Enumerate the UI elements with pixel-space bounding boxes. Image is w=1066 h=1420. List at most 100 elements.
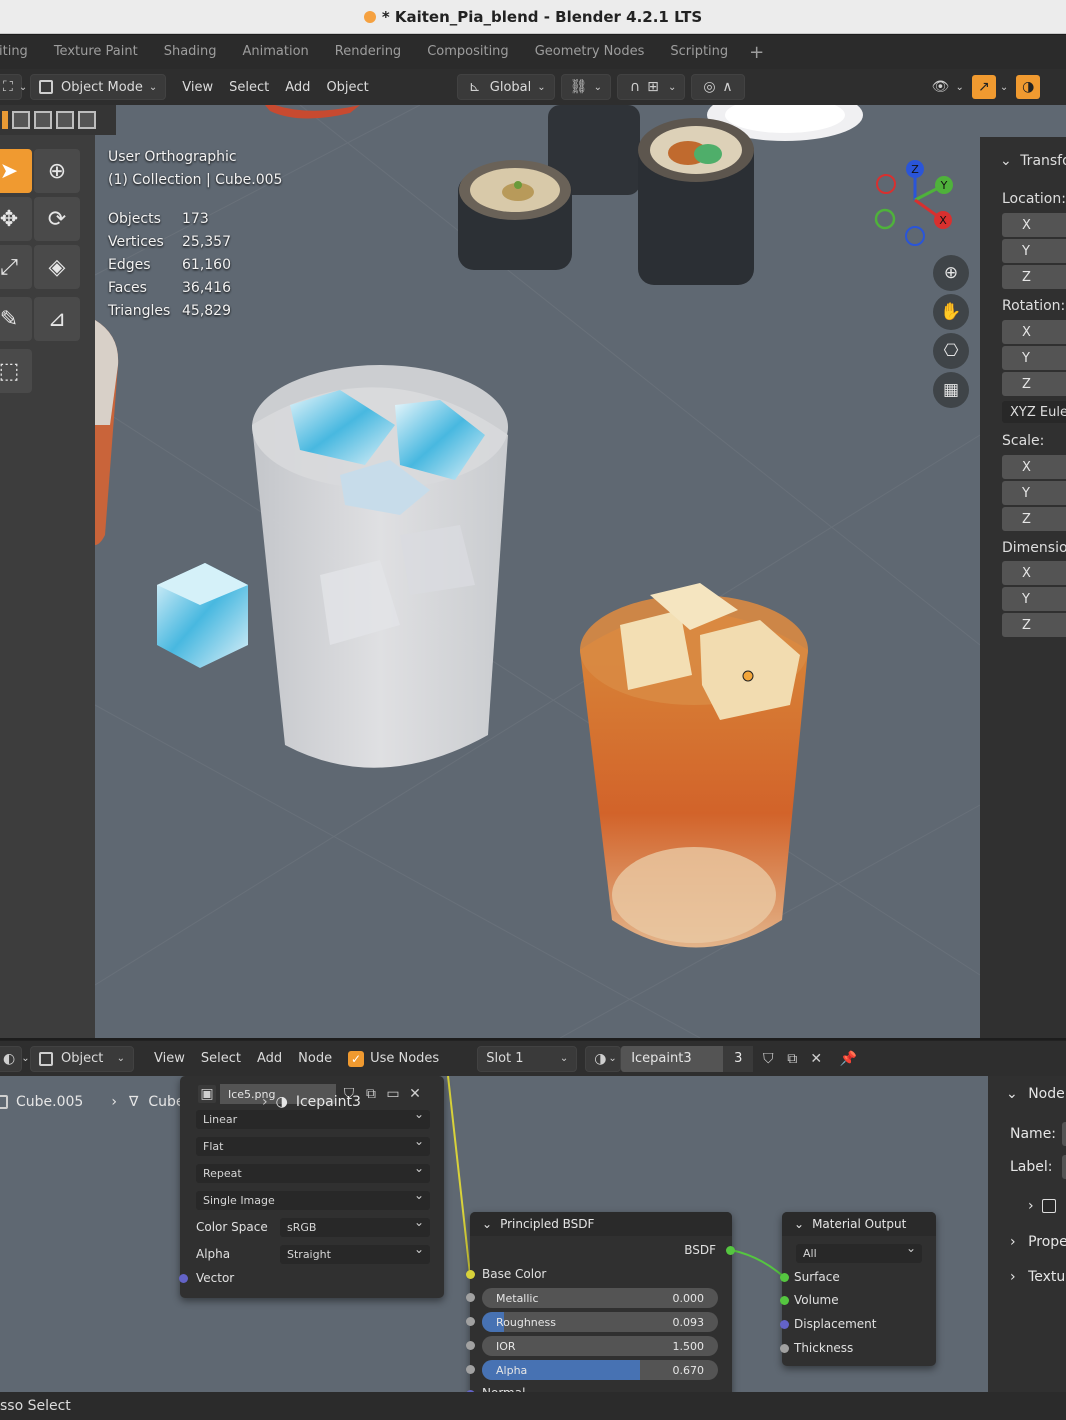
tab-scripting[interactable]: Scripting — [657, 35, 741, 69]
output-target-select[interactable]: All — [796, 1241, 922, 1263]
bsdf-output-socket[interactable] — [726, 1246, 735, 1255]
measure-tool-button[interactable]: ⊿ — [34, 297, 80, 341]
node-menu-view[interactable]: View — [146, 1046, 193, 1072]
tab-texture-paint[interactable]: Texture Paint — [41, 35, 151, 69]
displacement-socket[interactable] — [780, 1320, 789, 1329]
texture-panel-header[interactable]: › Textu — [1010, 1269, 1065, 1285]
alpha-socket[interactable] — [466, 1365, 475, 1374]
surface-socket[interactable] — [780, 1273, 789, 1282]
node-name-field[interactable] — [1062, 1122, 1066, 1146]
dimensions-y-field[interactable]: Y — [1002, 587, 1066, 611]
scale-x-field[interactable]: X — [1002, 455, 1066, 479]
transform-tool-button[interactable]: ◈ — [34, 245, 80, 289]
select-mode-intersect-icon[interactable] — [78, 111, 96, 129]
snap-selector[interactable]: ∩ ⊞ ⌄ — [617, 74, 686, 100]
shader-type-selector[interactable]: Object ⌄ — [30, 1045, 134, 1072]
gizmo-toggle-button[interactable]: ↗ — [971, 75, 996, 99]
transform-orientation-selector[interactable]: ⊾ Global ⌄ — [456, 74, 555, 100]
breadcrumb-material[interactable]: Icepaint3 — [296, 1094, 361, 1110]
roughness-slider[interactable]: Roughness 0.093 — [482, 1312, 718, 1332]
metallic-socket[interactable] — [466, 1293, 475, 1302]
scale-z-field[interactable]: Z — [1002, 507, 1066, 531]
node-panel-header[interactable]: ⌄ Node — [1006, 1086, 1065, 1102]
scale-tool-button[interactable]: ⤢ — [0, 245, 32, 289]
base-color-socket[interactable] — [466, 1270, 475, 1279]
menu-object[interactable]: Object — [318, 74, 376, 100]
alpha-mode-select[interactable]: Straight — [280, 1242, 430, 1264]
ior-field[interactable]: IOR 1.500 — [482, 1336, 718, 1356]
color-subpanel-toggle[interactable]: › — [1028, 1198, 1057, 1214]
material-browse-button[interactable]: ◑ ⌄ — [585, 1045, 622, 1072]
menu-view[interactable]: View — [174, 74, 221, 100]
duplicate-material-icon[interactable]: ⧉ — [783, 1050, 801, 1068]
add-workspace-button[interactable]: + — [741, 42, 772, 63]
pin-icon[interactable]: 📌 — [839, 1050, 857, 1068]
interpolation-select[interactable]: Linear — [196, 1107, 430, 1129]
breadcrumb-object[interactable]: Cube.005 — [16, 1094, 83, 1110]
use-nodes-checkbox[interactable]: ✓ Use Nodes — [340, 1046, 447, 1072]
fake-user-shield-icon[interactable]: ⛉ — [759, 1050, 777, 1068]
material-slot-selector[interactable]: Slot 1 ⌄ — [477, 1045, 578, 1072]
tab-shading[interactable]: Shading — [151, 35, 230, 69]
location-z-field[interactable]: Z — [1002, 265, 1066, 289]
tab-editing[interactable]: iting — [0, 35, 41, 69]
3d-viewport[interactable]: ➤ ⊕ ✥ ⟳ ⤢ ◈ ✎ ⊿ ⬚ User Orthographic (1) … — [0, 105, 1066, 1038]
cursor-tool-button[interactable]: ⊕ — [34, 149, 80, 193]
select-mode-new-icon[interactable] — [2, 111, 8, 129]
node-menu-add[interactable]: Add — [249, 1046, 290, 1072]
camera-view-button[interactable]: ⎔ — [933, 333, 969, 369]
transform-panel-header[interactable]: ⌄ Transfo — [1000, 153, 1066, 169]
roughness-socket[interactable] — [466, 1317, 475, 1326]
add-cube-tool-button[interactable]: ⬚ — [0, 349, 32, 393]
close-icon[interactable]: ✕ — [406, 1085, 424, 1103]
node-editor-canvas[interactable]: Cube.005 › ∇ Cube.005 ▣ Ice5.png ⛉ ⧉ ▭ ✕… — [0, 1076, 1066, 1392]
tab-rendering[interactable]: Rendering — [322, 35, 414, 69]
rotation-z-field[interactable]: Z — [1002, 372, 1066, 396]
dimensions-z-field[interactable]: Z — [1002, 613, 1066, 637]
image-icon[interactable]: ▣ — [198, 1085, 216, 1103]
visibility-selector[interactable]: 👁 ⌄ — [923, 74, 971, 100]
folder-icon[interactable]: ▭ — [384, 1085, 402, 1103]
annotate-tool-button[interactable]: ✎ — [0, 297, 32, 341]
proportional-edit-button[interactable]: ◎ ∧ — [691, 74, 746, 100]
gizmo-options-chevron[interactable]: ⌄ — [1000, 82, 1008, 93]
alpha-slider[interactable]: Alpha 0.670 — [482, 1360, 718, 1380]
menu-select[interactable]: Select — [221, 74, 277, 100]
pivot-point-selector[interactable]: ⛓ ⌄ — [560, 74, 612, 100]
dimensions-x-field[interactable]: X — [1002, 561, 1066, 585]
rotation-mode-select[interactable]: XYZ Eule — [1002, 401, 1066, 423]
zoom-button[interactable]: ⊕ — [933, 255, 969, 291]
perspective-toggle-button[interactable]: ▦ — [933, 372, 969, 408]
node-menu-node[interactable]: Node — [290, 1046, 340, 1072]
extension-select[interactable]: Repeat — [196, 1161, 430, 1183]
select-tool-button[interactable]: ➤ — [0, 149, 32, 193]
color-checkbox[interactable] — [1042, 1199, 1057, 1213]
select-mode-subtract-icon[interactable] — [34, 111, 52, 129]
overlays-toggle-button[interactable]: ◑ — [1016, 75, 1041, 99]
location-y-field[interactable]: Y — [1002, 239, 1066, 263]
node-editor-type-button[interactable]: ◐ ⌄ — [0, 1045, 30, 1072]
scale-y-field[interactable]: Y — [1002, 481, 1066, 505]
material-user-count[interactable]: 3 — [723, 1045, 754, 1072]
properties-panel-header[interactable]: › Prope — [1010, 1234, 1066, 1250]
duplicate-image-icon[interactable]: ⧉ — [362, 1085, 380, 1103]
tab-animation[interactable]: Animation — [230, 35, 322, 69]
ior-socket[interactable] — [466, 1341, 475, 1350]
rotation-y-field[interactable]: Y — [1002, 346, 1066, 370]
node-label-field[interactable] — [1062, 1155, 1066, 1179]
rotate-tool-button[interactable]: ⟳ — [34, 197, 80, 241]
menu-add[interactable]: Add — [277, 74, 318, 100]
material-output-node[interactable]: ⌄ Material Output All Surface Volume Dis… — [780, 1212, 936, 1366]
principled-bsdf-node[interactable]: ⌄ Principled BSDF BSDF Base Color Metall… — [466, 1212, 735, 1392]
vector-input-socket[interactable] — [179, 1274, 188, 1283]
location-x-field[interactable]: X — [1002, 213, 1066, 237]
mode-selector[interactable]: Object Mode ⌄ — [30, 74, 167, 100]
projection-select[interactable]: Flat — [196, 1134, 430, 1156]
select-mode-extend-icon[interactable] — [12, 111, 30, 129]
select-mode-invert-icon[interactable] — [56, 111, 74, 129]
color-space-select[interactable]: sRGB — [280, 1215, 430, 1237]
chevron-down-icon[interactable]: ⌄ — [482, 1217, 492, 1231]
metallic-slider[interactable]: Metallic 0.000 — [482, 1288, 718, 1308]
volume-socket[interactable] — [780, 1296, 789, 1305]
rotation-x-field[interactable]: X — [1002, 320, 1066, 344]
